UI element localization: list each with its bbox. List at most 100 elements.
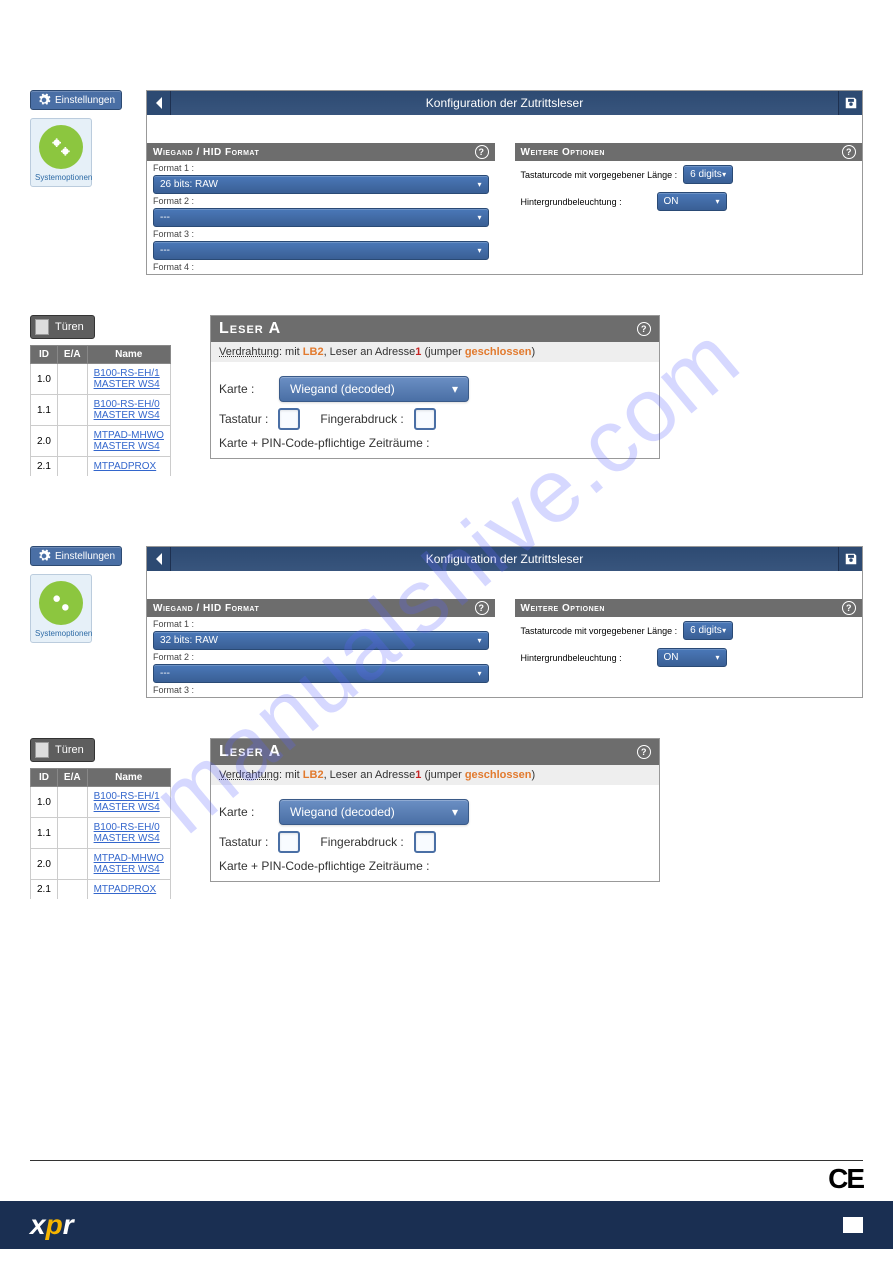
door-link[interactable]: B100-RS-EH/0 bbox=[94, 822, 160, 833]
gear-icon bbox=[37, 93, 51, 107]
wiring-info: Verdrahtung: mit LB2, Leser an Adresse1 … bbox=[211, 342, 659, 362]
chevron-left-icon bbox=[154, 96, 164, 110]
xpr-logo: xpr bbox=[30, 1209, 74, 1241]
sysopt-icon bbox=[39, 581, 83, 625]
karte-select[interactable]: Wiegand (decoded)▾ bbox=[279, 799, 469, 825]
keycode-length-select[interactable]: 6 digits▾ bbox=[683, 621, 733, 640]
pin-time-label: Karte + PIN-Code-pflichtige Zeiträume : bbox=[219, 859, 651, 873]
format3-label: Format 3 : bbox=[147, 683, 495, 697]
help-icon[interactable]: ? bbox=[637, 745, 651, 759]
door-link[interactable]: B100-RS-EH/1 bbox=[94, 791, 160, 802]
leser-title: Leser A bbox=[219, 743, 281, 761]
door-link[interactable]: B100-RS-EH/0 bbox=[94, 399, 160, 410]
help-icon[interactable]: ? bbox=[842, 601, 856, 615]
wiegand-header: Wiegand / HID Format bbox=[153, 147, 259, 158]
format2-select[interactable]: ---▾ bbox=[153, 208, 489, 227]
door-link[interactable]: B100-RS-EH/1 bbox=[94, 368, 160, 379]
door-link[interactable]: MASTER WS4 bbox=[94, 410, 160, 421]
keycode-length-label: Tastaturcode mit vorgegebener Länge : bbox=[521, 170, 678, 180]
save-disk-icon bbox=[844, 552, 858, 566]
th-name: Name bbox=[87, 346, 170, 364]
door-link[interactable]: MASTER WS4 bbox=[94, 833, 160, 844]
format1-label: Format 1 : bbox=[147, 161, 495, 175]
table-row: 2.1MTPADPROX bbox=[31, 880, 171, 900]
chevron-down-icon: ▾ bbox=[477, 180, 481, 189]
chevron-down-icon: ▾ bbox=[477, 636, 481, 645]
table-row: 1.1B100-RS-EH/0MASTER WS4 bbox=[31, 395, 171, 426]
backlight-select[interactable]: ON▾ bbox=[657, 648, 727, 667]
th-id: ID bbox=[31, 769, 58, 787]
panel-title: Konfiguration der Zutrittsleser bbox=[171, 552, 838, 566]
table-row: 2.0MTPAD-MHWOMASTER WS4 bbox=[31, 849, 171, 880]
doors-tab[interactable]: Türen bbox=[30, 315, 95, 339]
help-icon[interactable]: ? bbox=[475, 601, 489, 615]
back-button[interactable] bbox=[147, 547, 171, 571]
options-header: Weitere Optionen bbox=[521, 603, 605, 614]
format3-label: Format 3 : bbox=[147, 227, 495, 241]
format2-select[interactable]: ---▾ bbox=[153, 664, 489, 683]
fingerprint-checkbox[interactable] bbox=[414, 831, 436, 853]
door-link[interactable]: MASTER WS4 bbox=[94, 864, 160, 875]
door-link[interactable]: MASTER WS4 bbox=[94, 441, 160, 452]
tastatur-checkbox[interactable] bbox=[278, 831, 300, 853]
door-icon bbox=[35, 319, 49, 335]
chevron-down-icon: ▾ bbox=[722, 170, 726, 179]
help-icon[interactable]: ? bbox=[475, 145, 489, 159]
th-ea: E/A bbox=[57, 769, 87, 787]
door-link[interactable]: MTPADPROX bbox=[94, 884, 157, 895]
help-icon[interactable]: ? bbox=[842, 145, 856, 159]
tastatur-label: Tastatur : bbox=[219, 835, 268, 849]
chevron-down-icon: ▾ bbox=[477, 246, 481, 255]
door-link[interactable]: MTPAD-MHWO bbox=[94, 430, 164, 441]
chevron-left-icon bbox=[154, 552, 164, 566]
karte-select[interactable]: Wiegand (decoded)▾ bbox=[279, 376, 469, 402]
sysopt-tile[interactable]: Systemoptionen bbox=[30, 574, 92, 643]
config-panel-2: Konfiguration der Zutrittsleser Wiegand … bbox=[146, 546, 863, 698]
th-name: Name bbox=[87, 769, 170, 787]
sysopt-tile[interactable]: Systemoptionen bbox=[30, 118, 92, 187]
chevron-down-icon: ▾ bbox=[477, 669, 481, 678]
save-button[interactable] bbox=[838, 91, 862, 115]
backlight-label: Hintergrundbeleuchtung : bbox=[521, 197, 651, 207]
leser-panel: Leser A? Verdrahtung: mit LB2, Leser an … bbox=[210, 315, 660, 459]
sysopt-icon bbox=[39, 125, 83, 169]
format4-label: Format 4 : bbox=[147, 260, 495, 274]
settings-label: Einstellungen bbox=[55, 551, 115, 562]
th-ea: E/A bbox=[57, 346, 87, 364]
chevron-down-icon: ▾ bbox=[452, 382, 458, 396]
ce-mark: CE bbox=[0, 1161, 893, 1201]
chevron-down-icon: ▾ bbox=[452, 805, 458, 819]
settings-tab[interactable]: Einstellungen bbox=[30, 546, 122, 566]
back-button[interactable] bbox=[147, 91, 171, 115]
wiring-info: Verdrahtung: mit LB2, Leser an Adresse1 … bbox=[211, 765, 659, 785]
fingerprint-label: Fingerabdruck : bbox=[320, 835, 403, 849]
keycode-length-select[interactable]: 6 digits▾ bbox=[683, 165, 733, 184]
help-icon[interactable]: ? bbox=[637, 322, 651, 336]
keycode-length-label: Tastaturcode mit vorgegebener Länge : bbox=[521, 626, 678, 636]
save-disk-icon bbox=[844, 96, 858, 110]
settings-tab[interactable]: Einstellungen bbox=[30, 90, 122, 110]
door-link[interactable]: MTPAD-MHWO bbox=[94, 853, 164, 864]
options-header: Weitere Optionen bbox=[521, 147, 605, 158]
format1-select[interactable]: 32 bits: RAW▾ bbox=[153, 631, 489, 650]
save-button[interactable] bbox=[838, 547, 862, 571]
tastatur-checkbox[interactable] bbox=[278, 408, 300, 430]
fingerprint-checkbox[interactable] bbox=[414, 408, 436, 430]
doors-table: IDE/AName 1.0B100-RS-EH/1MASTER WS4 1.1B… bbox=[30, 345, 171, 476]
table-row: 2.0MTPAD-MHWOMASTER WS4 bbox=[31, 426, 171, 457]
karte-label: Karte : bbox=[219, 805, 269, 819]
backlight-select[interactable]: ON▾ bbox=[657, 192, 727, 211]
backlight-label: Hintergrundbeleuchtung : bbox=[521, 653, 651, 663]
format3-select[interactable]: ---▾ bbox=[153, 241, 489, 260]
table-row: 1.0B100-RS-EH/1MASTER WS4 bbox=[31, 364, 171, 395]
doors-tab[interactable]: Türen bbox=[30, 738, 95, 762]
door-link[interactable]: MASTER WS4 bbox=[94, 802, 160, 813]
door-link[interactable]: MASTER WS4 bbox=[94, 379, 160, 390]
chevron-down-icon: ▾ bbox=[715, 653, 719, 662]
door-link[interactable]: MTPADPROX bbox=[94, 461, 157, 472]
format1-select[interactable]: 26 bits: RAW▾ bbox=[153, 175, 489, 194]
chevron-down-icon: ▾ bbox=[715, 197, 719, 206]
karte-label: Karte : bbox=[219, 382, 269, 396]
wiegand-header: Wiegand / HID Format bbox=[153, 603, 259, 614]
sysopt-label: Systemoptionen bbox=[35, 173, 87, 182]
